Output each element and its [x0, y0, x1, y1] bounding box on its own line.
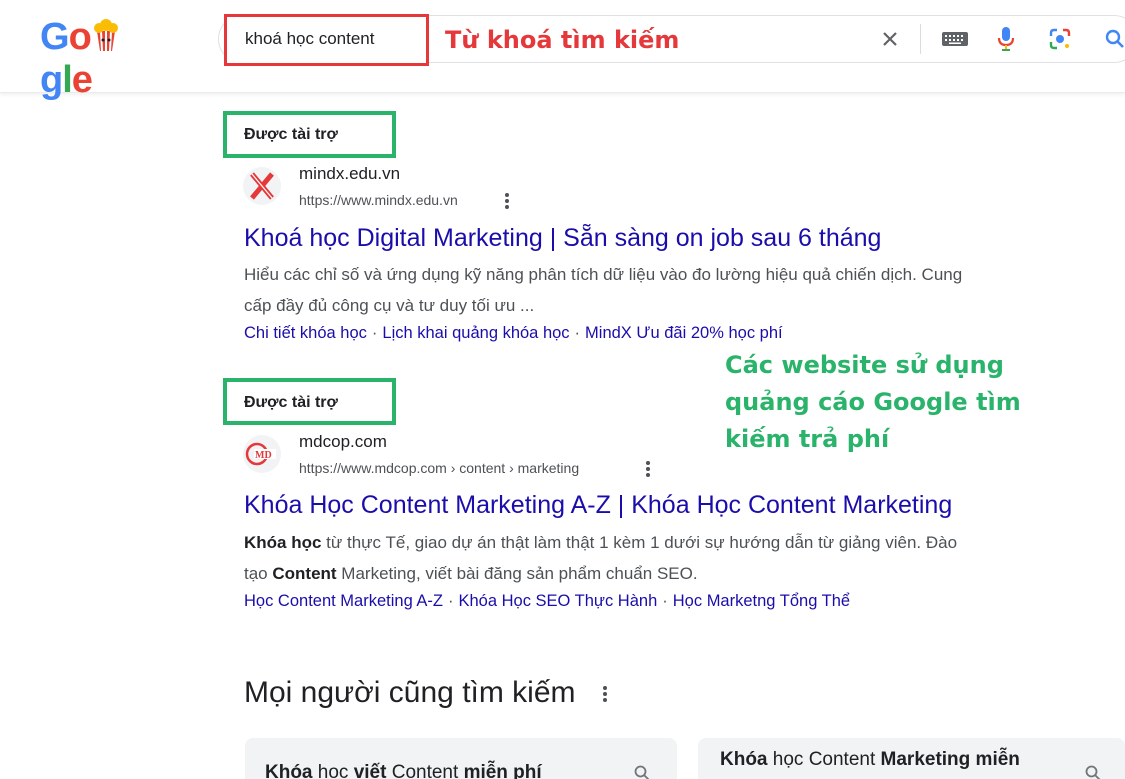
- separator-dot: ·: [662, 592, 668, 610]
- chip-bold: viết: [353, 762, 387, 779]
- ad-sitelinks: Chi tiết khóa học · Lịch khai quảng khóa h…: [244, 324, 783, 343]
- svg-text:MD: MD: [255, 450, 272, 461]
- sitelink[interactable]: Chi tiết khóa học: [244, 324, 367, 342]
- search-icon: [1085, 765, 1101, 779]
- ad-snippet: Khóa học từ thực Tế, giao dự án thật làm…: [244, 527, 1064, 589]
- search-keyword-annotation: Từ khoá tìm kiếm: [445, 26, 680, 54]
- chip-bold: Marketing miễn: [880, 749, 1020, 770]
- snippet-bold: Content: [272, 564, 337, 583]
- chip-text: học Content: [767, 749, 881, 770]
- chip-bold: Khóa: [265, 762, 313, 779]
- toolbar-divider: [920, 24, 921, 54]
- paid-ads-annotation: Các website sử dụng quảng cáo Google tìm…: [725, 347, 1065, 458]
- voice-search-button[interactable]: [991, 24, 1021, 54]
- separator-dot: ·: [371, 324, 378, 342]
- lens-search-button[interactable]: [1045, 24, 1075, 54]
- more-options-icon[interactable]: [500, 191, 514, 211]
- search-header: Gogle khoá học content Từ khoá tìm kiếm: [0, 0, 1125, 101]
- annotation-line: kiếm trả phí: [725, 425, 890, 453]
- keyboard-icon: [942, 32, 968, 46]
- sitelink[interactable]: Khóa Học SEO Thực Hành: [459, 592, 658, 610]
- snippet-line: Khóa học từ thực Tế, giao dự án thật làm…: [244, 527, 1064, 558]
- more-options-icon[interactable]: [641, 459, 655, 479]
- mdcop-favicon[interactable]: MD: [243, 435, 281, 473]
- keyboard-button[interactable]: [940, 24, 970, 54]
- site-name[interactable]: mindx.edu.vn: [299, 164, 400, 184]
- search-button[interactable]: [1100, 24, 1125, 54]
- search-query-highlight[interactable]: khoá học content: [224, 14, 429, 66]
- ad-title-link[interactable]: Khoá học Digital Marketing | Sẵn sàng on…: [244, 224, 881, 253]
- site-name[interactable]: mdcop.com: [299, 432, 387, 452]
- site-url[interactable]: https://www.mdcop.com › content › market…: [299, 460, 579, 476]
- separator-dot: ·: [574, 324, 581, 342]
- chip-bold: miễn phí: [463, 762, 542, 779]
- mindx-favicon[interactable]: [243, 167, 281, 205]
- related-search-chip[interactable]: Khóa học viết Content miễn phí: [245, 738, 677, 779]
- sitelink[interactable]: Lịch khai quảng khóa học: [382, 324, 569, 342]
- snippet-line: cấp đầy đủ công cụ và tư duy tối ưu ...: [244, 296, 535, 315]
- annotation-line: quảng cáo Google tìm: [725, 388, 1021, 416]
- separator-dot: ·: [448, 592, 454, 610]
- chip-bold: Khóa: [720, 749, 768, 770]
- sponsored-label: Được tài trợ: [244, 394, 338, 411]
- chip-text: học: [312, 762, 354, 779]
- google-doodle-logo[interactable]: Gogle: [40, 16, 158, 101]
- clear-button[interactable]: [875, 24, 905, 54]
- ad-title-link[interactable]: Khóa Học Content Marketing A-Z | Khóa Họ…: [244, 491, 952, 520]
- snippet-line: Hiểu các chỉ số và ứng dụng kỹ năng phân…: [244, 265, 963, 284]
- lens-icon: [1049, 28, 1071, 50]
- snippet-bold: Khóa học: [244, 533, 322, 552]
- clear-icon: [883, 32, 897, 46]
- search-icon: [1105, 29, 1124, 48]
- sitelink[interactable]: Học Marketng Tổng Thể: [673, 592, 850, 610]
- site-url[interactable]: https://www.mindx.edu.vn: [299, 192, 458, 208]
- mdcop-logo-icon: MD: [245, 442, 276, 466]
- related-search-chip[interactable]: Khóa học Content Marketing miễn: [698, 738, 1125, 779]
- microphone-icon: [997, 27, 1015, 51]
- sponsored-label: Được tài trợ: [244, 126, 338, 143]
- chip-label: Khóa học Content Marketing miễn: [720, 749, 1020, 771]
- sitelink[interactable]: Học Content Marketing A-Z: [244, 592, 443, 610]
- chip-label: Khóa học viết Content miễn phí: [265, 762, 542, 779]
- snippet-line: tạo Content Marketing, viết bài đăng sản…: [244, 558, 1064, 589]
- more-options-icon[interactable]: [598, 684, 612, 704]
- snippet-text: từ thực Tế, giao dự án thật làm thật 1 k…: [321, 533, 958, 552]
- search-input[interactable]: khoá học content: [245, 29, 374, 49]
- mindx-logo-icon: [250, 172, 274, 200]
- chip-text: Content: [386, 762, 464, 779]
- snippet-text: tạo: [244, 564, 273, 583]
- annotation-line: Các website sử dụng: [725, 351, 1004, 379]
- popcorn-icon: [93, 19, 118, 52]
- snippet-text: Marketing, viết bài đăng sản phẩm chuẩn …: [336, 564, 698, 583]
- sitelink[interactable]: MindX Ưu đãi 20% học phí: [585, 324, 783, 342]
- people-also-search-title: Mọi người cũng tìm kiếm: [244, 676, 576, 709]
- ad-sitelinks: Học Content Marketing A-Z · Khóa Học SEO T…: [244, 592, 850, 611]
- ad-snippet: Hiểu các chỉ số và ứng dụng kỹ năng phân…: [244, 259, 1064, 321]
- search-icon: [634, 765, 650, 779]
